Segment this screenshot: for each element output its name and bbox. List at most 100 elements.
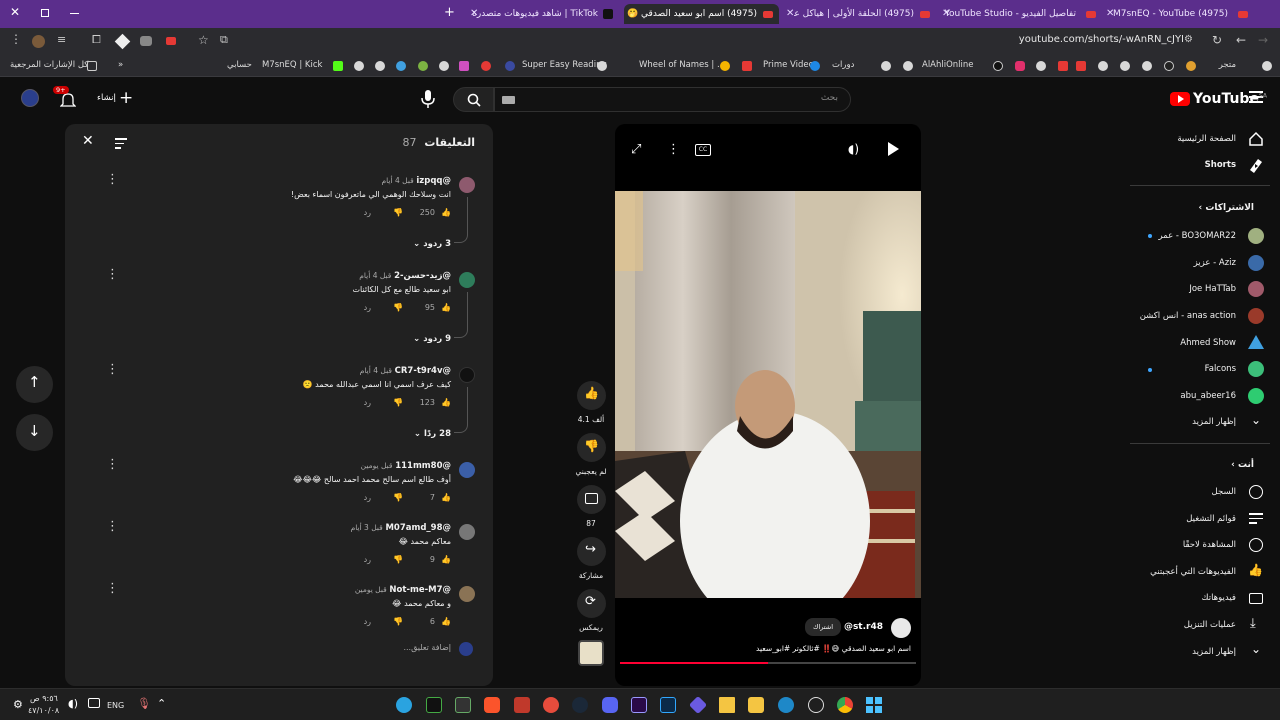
dislike-comment-icon[interactable]: 👎 <box>393 208 403 217</box>
youtube-ext-icon[interactable] <box>166 37 176 45</box>
taskbar-app-icon[interactable] <box>688 695 708 715</box>
dislike-comment-icon[interactable]: 👎 <box>393 493 403 502</box>
captions-icon[interactable]: CC <box>695 144 711 156</box>
close-comments-icon[interactable]: ✕ <box>82 133 94 149</box>
sidebar-sub-2[interactable]: Joe HaTTab <box>1189 284 1236 294</box>
sidebar-item-your-videos[interactable]: فيديوهاتك <box>1202 593 1236 603</box>
browser-menu-icon[interactable]: ⋮ <box>10 32 22 46</box>
bookmarks-overflow-icon[interactable]: » <box>118 60 123 70</box>
bookmark-courses[interactable]: دورات <box>832 60 854 70</box>
close-window-button[interactable]: ✕ <box>10 5 20 19</box>
comment-author[interactable]: @زيد-حسن-2 <box>394 271 451 281</box>
comment-more-icon[interactable]: ⋮ <box>106 582 119 595</box>
notification-center-icon[interactable]: ⚙ <box>13 698 23 711</box>
like-comment-icon[interactable]: 👍 <box>441 617 451 626</box>
search-input[interactable]: بحث <box>494 87 851 112</box>
extension-icon[interactable]: ⧉ <box>220 33 228 47</box>
extensions-puzzle-icon[interactable]: ⧠ <box>92 33 101 47</box>
chrome-icon[interactable] <box>837 697 853 713</box>
steam-icon[interactable] <box>572 697 588 713</box>
sidebar-sub-3[interactable]: anas action - انس اكشن <box>1140 311 1236 321</box>
bookmark-prime-video[interactable]: Prime Video <box>763 60 814 70</box>
subscriptions-heading[interactable]: الاشتراكات › <box>1198 203 1254 213</box>
sidebar-sub-1[interactable]: Aziz - عزيز <box>1194 258 1236 268</box>
reply-button[interactable]: رد <box>364 303 371 312</box>
new-tab-button[interactable]: + <box>444 6 455 20</box>
bookmark-wheel-of-names[interactable]: Wheel of Names | ... <box>639 60 725 70</box>
comment-author[interactable]: @111mm80 <box>395 461 451 471</box>
like-comment-icon[interactable]: 👍 <box>441 493 451 502</box>
back-icon[interactable]: ← <box>1236 33 1246 47</box>
brave-icon[interactable] <box>484 697 500 713</box>
clock-time[interactable]: ٩:٥٦ ص <box>30 694 58 703</box>
clock-date[interactable]: ٤٧/١٠/٠٨ <box>28 706 59 715</box>
like-comment-icon[interactable]: 👍 <box>441 303 451 312</box>
comment-avatar[interactable] <box>459 367 475 383</box>
premiere-pro-icon[interactable] <box>631 697 647 713</box>
sidebar-item-home[interactable]: الصفحة الرئيسية <box>1177 134 1236 144</box>
tab-active-short[interactable]: ✕ (4975) اسم ابو سعيد الصدقي 🤭 <box>624 4 779 24</box>
bookmark-kick[interactable]: M7snEQ | Kick <box>262 60 322 70</box>
forward-icon[interactable]: → <box>1258 33 1268 47</box>
shorts-player[interactable]: ⤢ ⋮ CC ◖) @st.r48 اشتراك اسم ابو سعيد ال… <box>615 124 921 686</box>
sidebar-item-downloads[interactable]: عمليات التنزيل <box>1184 620 1236 630</box>
profile-avatar[interactable] <box>32 35 45 48</box>
network-icon[interactable] <box>88 698 100 708</box>
media-icon[interactable]: ≡ <box>57 33 66 46</box>
previous-short-button[interactable]: ↑ <box>16 366 53 403</box>
add-comment-input[interactable]: إضافة تعليق... <box>403 643 451 652</box>
tab-tiktok[interactable]: ✕ TikTok | شاهد فيديوهات متصدرة <box>466 4 616 24</box>
sidebar-show-more-subs[interactable]: إظهار المزيد <box>1192 417 1236 427</box>
notifications-button[interactable]: 9+ <box>53 86 78 109</box>
tab-m7sneq[interactable]: ✕ (4975) M7snEQ - YouTube <box>1104 4 1254 24</box>
sidebar-sub-0[interactable]: BO3OMAR22 - عمر <box>1159 231 1237 241</box>
dislike-comment-icon[interactable]: 👎 <box>393 398 403 407</box>
bookmark-alahli[interactable]: AlAhliOnline <box>922 60 974 70</box>
sidebar-item-history[interactable]: السجل <box>1212 487 1236 497</box>
dislike-comment-icon[interactable]: 👎 <box>393 303 403 312</box>
tab-episode[interactable]: ✕ (4975) الحلقة الأولى | هياكل عملا... <box>784 4 934 24</box>
telegram-icon[interactable] <box>396 697 412 713</box>
language-indicator[interactable]: ENG <box>107 701 124 710</box>
file-explorer-icon[interactable] <box>748 697 764 713</box>
fullscreen-icon[interactable]: ⤢ <box>631 142 641 157</box>
show-hidden-icons[interactable]: ⌃ <box>157 697 166 710</box>
view-replies-button[interactable]: 9 ردود ⌄ <box>413 334 451 344</box>
like-comment-icon[interactable]: 👍 <box>441 208 451 217</box>
like-button[interactable]: 👍 <box>577 381 606 410</box>
taskbar-app-icon[interactable] <box>543 697 559 713</box>
comments-button[interactable] <box>577 485 606 514</box>
video-frame[interactable] <box>615 191 921 598</box>
comment-avatar[interactable] <box>459 177 475 193</box>
comment-author[interactable]: @CR7-t9r4v <box>395 366 451 376</box>
subscribe-button[interactable]: اشتراك <box>805 618 841 636</box>
reply-button[interactable]: رد <box>364 555 371 564</box>
sidebar-sub-5[interactable]: Falcons <box>1205 364 1236 374</box>
channel-avatar[interactable] <box>891 618 911 638</box>
url-field[interactable]: youtube.com/shorts/-wAnRN_cJYI <box>1019 34 1184 45</box>
sidebar-sub-6[interactable]: abu_abeer16 <box>1180 391 1236 401</box>
terminal-icon[interactable] <box>426 697 442 713</box>
photoshop-icon[interactable] <box>660 697 676 713</box>
taskbar-app-icon[interactable] <box>455 697 471 713</box>
comment-more-icon[interactable]: ⋮ <box>106 458 119 471</box>
taskbar-app-icon[interactable] <box>808 697 824 713</box>
tab-youtube-studio[interactable]: ✕ تفاصيل الفيديو - YouTube Studio <box>940 4 1100 24</box>
comment-more-icon[interactable]: ⋮ <box>106 173 119 186</box>
microphone-tray-icon[interactable]: 🎙 <box>137 697 151 710</box>
volume-tray-icon[interactable]: ◖) <box>68 697 78 710</box>
volume-icon[interactable]: ◖) <box>848 142 859 156</box>
sidebar-item-watch-later[interactable]: المشاهدة لاحقًا <box>1183 540 1236 550</box>
minimize-window-button[interactable] <box>70 13 79 14</box>
extension-2-icon[interactable] <box>140 36 152 46</box>
dislike-comment-icon[interactable]: 👎 <box>393 617 403 626</box>
comment-author[interactable]: @Not-me-M7 <box>389 585 451 595</box>
comment-author[interactable]: @izpqq <box>416 176 451 186</box>
reload-icon[interactable]: ↻ <box>1212 33 1222 47</box>
dislike-button[interactable]: 👎 <box>577 433 606 462</box>
comment-avatar[interactable] <box>459 272 475 288</box>
share-button[interactable]: ↪ <box>577 537 606 566</box>
site-settings-icon[interactable]: ⚙ <box>1184 34 1193 45</box>
bookmark-star-icon[interactable]: ☆ <box>198 33 209 47</box>
reply-button[interactable]: رد <box>364 493 371 502</box>
